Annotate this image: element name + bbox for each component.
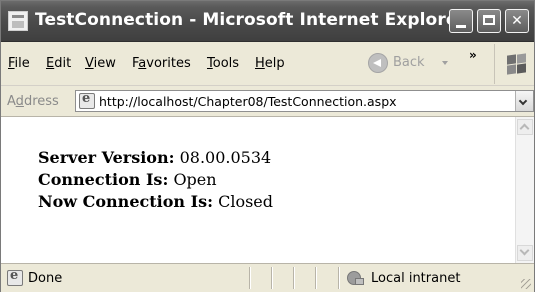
vertical-scrollbar[interactable] (515, 117, 534, 263)
connection-state-value: Open (173, 170, 217, 189)
minimize-button[interactable] (449, 9, 473, 33)
status-divider (315, 267, 316, 289)
server-version-line: Server Version: 08.00.0534 (38, 148, 272, 167)
scroll-down-button[interactable] (517, 245, 533, 261)
security-zone[interactable]: Local intranet (371, 271, 460, 286)
status-divider (271, 267, 272, 289)
title-bar[interactable]: TestConnection - Microsoft Internet Expl… (1, 1, 534, 42)
page-content: Server Version: 08.00.0534 Connection Is… (1, 117, 515, 263)
ie-page-icon[interactable] (8, 11, 28, 31)
window-title: TestConnection - Microsoft Internet Expl… (35, 10, 466, 30)
menu-bar: File Edit View Favorites Tools Help Back… (1, 42, 534, 86)
address-url[interactable]: http://localhost/Chapter08/TestConnectio… (99, 94, 397, 109)
scroll-up-button[interactable] (517, 119, 533, 135)
now-connection-state-value: Closed (218, 192, 273, 211)
menu-help[interactable]: Help (255, 56, 285, 71)
menu-edit[interactable]: Edit (46, 56, 71, 71)
now-connection-state-line: Now Connection Is: Closed (38, 192, 273, 211)
status-text: Done (28, 271, 63, 286)
ie-page-icon (79, 91, 95, 109)
menu-file[interactable]: File (8, 56, 30, 71)
status-divider (249, 267, 250, 289)
back-button[interactable]: Back (368, 52, 454, 74)
status-divider (338, 267, 339, 289)
menu-view[interactable]: View (85, 56, 116, 71)
address-bar: Address http://localhost/Chapter08/TestC… (1, 86, 534, 117)
menu-tools[interactable]: Tools (207, 56, 239, 71)
connection-state-line: Connection Is: Open (38, 170, 217, 189)
connection-info: Server Version: 08.00.0534 Connection Is… (38, 147, 273, 213)
address-input[interactable]: http://localhost/Chapter08/TestConnectio… (75, 90, 534, 112)
close-button[interactable]: ✕ (505, 9, 529, 33)
ie-page-icon (7, 268, 23, 286)
address-label: Address (7, 94, 59, 109)
local-intranet-icon (347, 270, 364, 286)
browser-window: TestConnection - Microsoft Internet Expl… (0, 0, 535, 292)
status-divider (293, 267, 294, 289)
toolbar-overflow-chevron[interactable]: » (469, 48, 477, 62)
back-label: Back (393, 55, 425, 70)
status-bar: Done Local intranet (1, 263, 534, 292)
server-version-value: 08.00.0534 (179, 148, 272, 167)
back-dropdown-icon[interactable] (442, 61, 448, 65)
resize-grip[interactable] (521, 279, 531, 289)
maximize-button[interactable] (477, 9, 501, 33)
address-dropdown-button[interactable] (515, 91, 533, 111)
menu-favorites[interactable]: Favorites (132, 56, 191, 71)
back-arrow-icon (368, 53, 388, 73)
windows-logo-icon (494, 44, 534, 84)
